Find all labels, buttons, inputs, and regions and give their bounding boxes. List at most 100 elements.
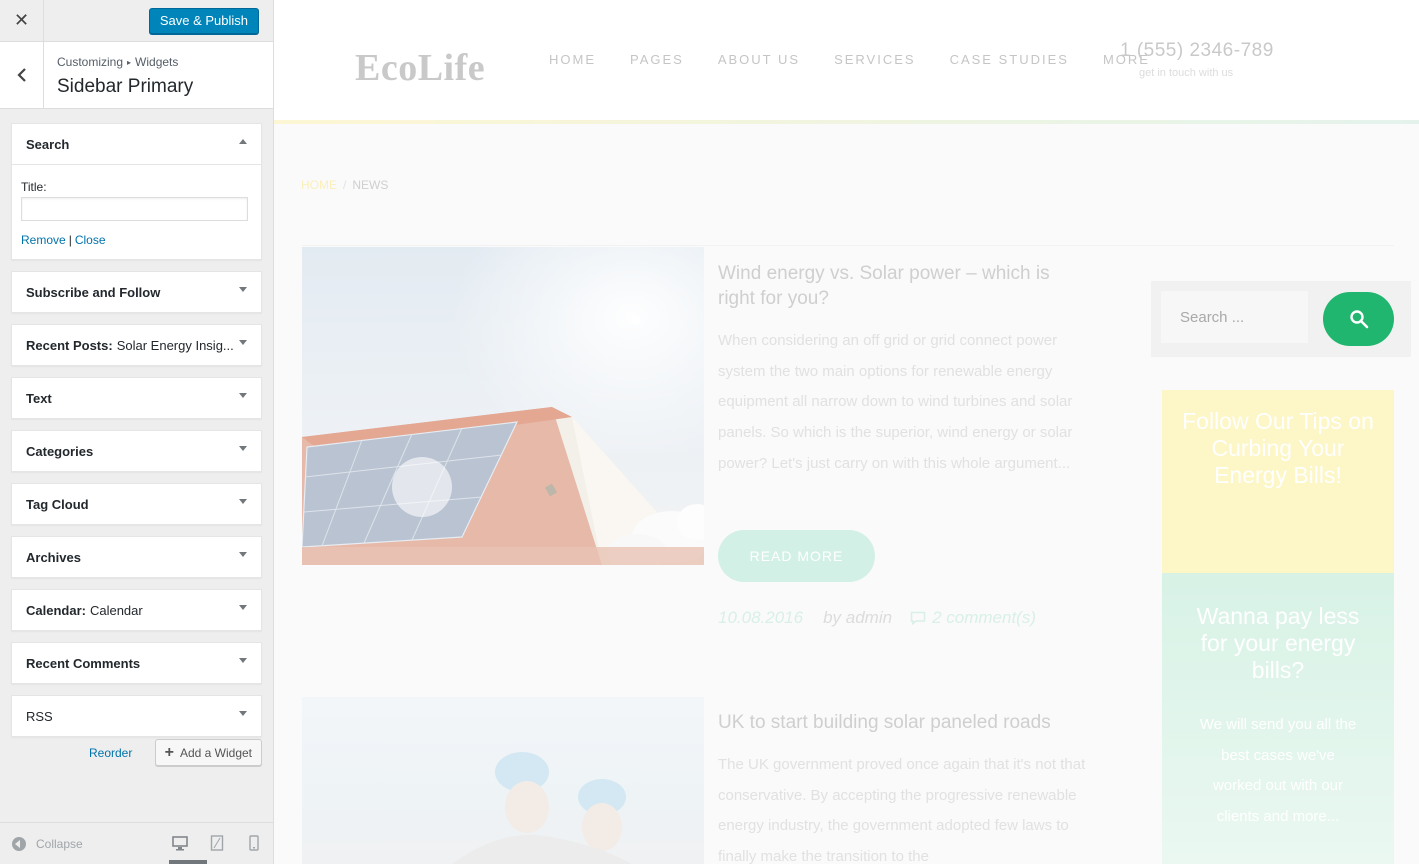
post-date[interactable]: 10.08.2016	[718, 608, 803, 628]
widget-body: Title: Remove | Close	[12, 164, 261, 259]
title-input[interactable]	[21, 197, 248, 221]
post-image-solar-roof[interactable]	[302, 247, 704, 565]
back-button[interactable]	[0, 42, 44, 108]
comment-icon	[910, 611, 926, 625]
widget-header[interactable]: Calendar: Calendar	[12, 590, 261, 630]
promo-savings-text: We will send you all the best cases we'v…	[1199, 716, 1357, 826]
desktop-icon[interactable]	[169, 835, 207, 864]
promo-savings[interactable]: Wanna pay less for your energy bills? We…	[1162, 573, 1394, 864]
collapse-button[interactable]: Collapse	[12, 837, 83, 851]
widget-list: Search Title: Remove | Close Subscribe and…	[11, 123, 262, 748]
breadcrumb-separator: ▸	[127, 58, 132, 67]
collapse-arrow-icon[interactable]	[239, 139, 247, 144]
widget-header[interactable]: Categories	[12, 431, 261, 471]
post-image-engineers[interactable]	[302, 697, 704, 864]
expand-arrow-icon[interactable]	[239, 287, 247, 292]
widget-header[interactable]: RSS	[12, 696, 261, 736]
widget-title: Subscribe and Follow	[26, 284, 161, 300]
widget-actions: Remove | Close	[21, 233, 252, 247]
post-excerpt: The UK government proved once again that…	[718, 756, 1086, 864]
customizer-header: ✕ Save & Publish	[0, 0, 273, 42]
comments-count: 2 comment(s)	[932, 608, 1036, 627]
widget-text[interactable]: Text	[11, 377, 262, 419]
widget-header[interactable]: Tag Cloud	[12, 484, 261, 524]
add-widget-button[interactable]: + Add a Widget	[154, 739, 262, 766]
post-title[interactable]: Wind energy vs. Solar power – which is r…	[718, 261, 1088, 311]
widget-title: Recent Comments	[26, 655, 141, 671]
phone-subtitle: get in touch with us	[1139, 67, 1234, 79]
search-input[interactable]: Search ...	[1161, 291, 1308, 343]
save-publish-button[interactable]: Save & Publish	[148, 8, 259, 34]
widget-header[interactable]: Recent Posts: Solar Energy Insig...	[12, 325, 261, 365]
widget-title: Calendar:	[26, 602, 86, 618]
widget-title: RSS	[26, 708, 53, 724]
nav-item-home[interactable]: HOME	[549, 52, 596, 67]
widget-title: Text	[26, 390, 52, 406]
widget-subscribe-follow[interactable]: Subscribe and Follow	[11, 271, 262, 313]
widget-title: Search	[26, 136, 70, 152]
widget-title: Recent Posts:	[26, 337, 113, 353]
collapse-arrow-icon	[12, 837, 26, 851]
widget-header[interactable]: Recent Comments	[12, 643, 261, 683]
expand-arrow-icon[interactable]	[239, 340, 247, 345]
mobile-icon[interactable]	[249, 835, 259, 854]
collapse-label: Collapse	[36, 837, 83, 851]
widget-panel-actions: Reorder + Add a Widget	[11, 739, 262, 767]
widget-header[interactable]: Subscribe and Follow	[12, 272, 261, 312]
nav-item-case-studies[interactable]: CASE STUDIES	[950, 52, 1069, 67]
search-button[interactable]	[1323, 292, 1394, 346]
breadcrumb: HOME / NEWS	[301, 178, 388, 192]
widget-calendar[interactable]: Calendar: Calendar	[11, 589, 262, 631]
post-meta: 10.08.2016 by admin 2 comment(s)	[718, 608, 1036, 628]
phone-number: 1 (555) 2346-789	[1120, 40, 1274, 61]
expand-arrow-icon[interactable]	[239, 658, 247, 663]
read-more-button[interactable]: READ MORE	[718, 530, 875, 582]
widget-search: Search Title: Remove | Close	[11, 123, 262, 260]
plus-icon: +	[164, 743, 174, 761]
widget-subtitle: Calendar	[89, 602, 143, 618]
widget-recent-posts[interactable]: Recent Posts: Solar Energy Insig...	[11, 324, 262, 366]
reorder-link[interactable]: Reorder	[89, 746, 132, 760]
post-title[interactable]: UK to start building solar paneled roads	[718, 710, 1088, 735]
expand-arrow-icon[interactable]	[239, 552, 247, 557]
close-link[interactable]: Close	[75, 233, 106, 247]
breadcrumb-parent: Widgets	[135, 55, 179, 69]
site-logo[interactable]: EcoLife	[355, 46, 485, 90]
post-author[interactable]: by admin	[823, 608, 892, 628]
widget-tag-cloud[interactable]: Tag Cloud	[11, 483, 262, 525]
widget-subtitle: Solar Energy Insig...	[116, 337, 234, 353]
breadcrumb-home[interactable]: HOME	[301, 178, 337, 192]
widget-rss[interactable]: RSS	[11, 695, 262, 737]
expand-arrow-icon[interactable]	[239, 499, 247, 504]
promo-savings-title: Wanna pay less for your energy bills?	[1196, 603, 1360, 683]
search-icon	[1349, 310, 1368, 329]
title-field-label: Title:	[21, 180, 47, 194]
widget-header[interactable]: Search	[12, 124, 261, 164]
post-excerpt: When considering an off grid or grid con…	[718, 332, 1073, 472]
widget-categories[interactable]: Categories	[11, 430, 262, 472]
post-comments[interactable]: 2 comment(s)	[910, 608, 1036, 628]
remove-link[interactable]: Remove	[21, 233, 66, 247]
expand-arrow-icon[interactable]	[239, 393, 247, 398]
expand-arrow-icon[interactable]	[239, 446, 247, 451]
promo-tips[interactable]: Follow Our Tips on Curbing Your Energy B…	[1162, 390, 1394, 573]
header-accent-bar	[274, 120, 1419, 124]
widget-archives[interactable]: Archives	[11, 536, 262, 578]
nav-item-about-us[interactable]: ABOUT US	[718, 52, 800, 67]
customizer-breadcrumb: Customizing ▸ Widgets	[57, 55, 178, 69]
widget-title: Categories	[26, 443, 94, 459]
expand-arrow-icon[interactable]	[239, 605, 247, 610]
section-title: Sidebar Primary	[57, 76, 194, 97]
nav-item-services[interactable]: SERVICES	[834, 52, 916, 67]
tablet-icon[interactable]	[210, 835, 224, 854]
search-widget: Search ...	[1151, 281, 1411, 357]
widget-header[interactable]: Archives	[12, 537, 261, 577]
close-customizer-button[interactable]: ✕	[0, 0, 44, 41]
widget-title: Tag Cloud	[26, 496, 89, 512]
widget-header[interactable]: Text	[12, 378, 261, 418]
chevron-left-icon	[16, 68, 26, 82]
site-header: EcoLife HOME PAGES ABOUT US SERVICES CAS…	[274, 0, 1419, 120]
nav-item-pages[interactable]: PAGES	[630, 52, 684, 67]
widget-recent-comments[interactable]: Recent Comments	[11, 642, 262, 684]
expand-arrow-icon[interactable]	[239, 711, 247, 716]
